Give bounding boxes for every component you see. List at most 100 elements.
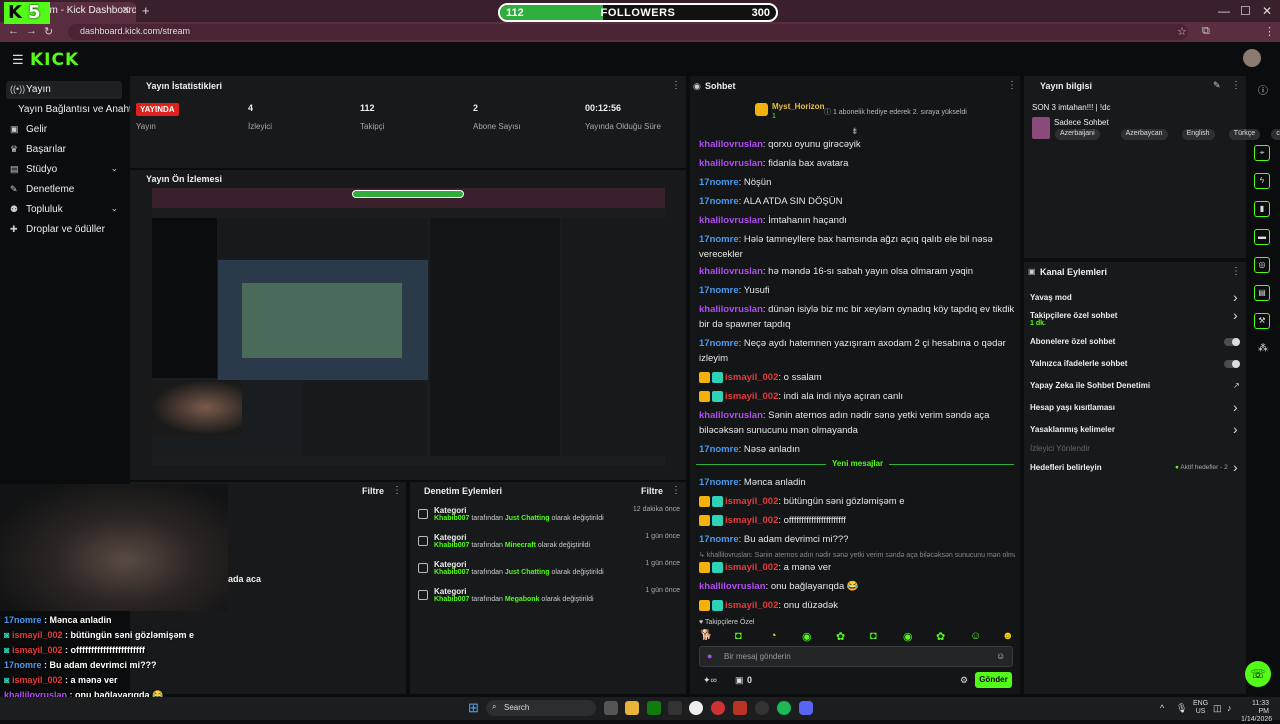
rail-layout-icon[interactable]: ▤ <box>1254 285 1270 301</box>
maximize-icon[interactable]: ☐ <box>1240 4 1251 18</box>
chat-username[interactable]: ismayil_002 <box>725 496 778 507</box>
rail-scan-icon[interactable]: ⌖ <box>1254 145 1270 161</box>
chevron-right-icon[interactable]: › <box>1233 460 1238 474</box>
app-icon[interactable] <box>668 701 682 715</box>
channel-action-item[interactable]: Yasaklanmış kelimeler <box>1030 425 1240 434</box>
edit-icon[interactable]: ✎ <box>1213 80 1221 91</box>
chat-username[interactable]: khalilovruslan <box>699 266 763 277</box>
emote-icon[interactable]: ◘ <box>870 630 877 642</box>
emote-icon[interactable]: ◉ <box>903 630 913 643</box>
task-view-icon[interactable] <box>604 701 618 715</box>
stream-tag[interactable]: Azerbaijani <box>1055 129 1100 140</box>
sidebar-item[interactable]: ((•)) Yayın <box>6 81 122 99</box>
category-name[interactable]: Sadece Sohbet <box>1054 118 1109 127</box>
sidebar-item[interactable]: ▤ Stüdyo ⌄ <box>6 161 122 179</box>
external-link-icon[interactable]: ↗ <box>1233 381 1240 390</box>
clock[interactable]: 11:33 PM 1/14/2026 <box>1241 700 1272 724</box>
toggle-switch[interactable] <box>1224 338 1240 346</box>
close-window-icon[interactable]: ✕ <box>1262 4 1272 18</box>
rail-wrench-icon[interactable]: ⚒ <box>1254 313 1270 329</box>
discord-icon[interactable] <box>799 701 813 715</box>
rail-broadcast-icon[interactable]: ◎ <box>1254 257 1270 273</box>
file-explorer-icon[interactable] <box>625 701 639 715</box>
reload-icon[interactable]: ↻ <box>44 25 53 38</box>
calendar-app-icon[interactable] <box>733 701 747 715</box>
emote-icon[interactable]: ◉ <box>802 630 812 643</box>
network-icon[interactable]: ◫ <box>1213 703 1222 714</box>
close-tab-icon[interactable]: ✕ <box>122 5 130 16</box>
obs-icon[interactable] <box>755 701 769 715</box>
chevron-down-icon[interactable]: ⌄ <box>110 203 118 214</box>
gift-icon[interactable]: ▣ <box>735 675 744 686</box>
info-icon[interactable]: ⓘ <box>1258 82 1268 97</box>
emote-icon[interactable]: ☺ <box>970 630 981 642</box>
sidebar-item[interactable]: ⚉ Topluluk ⌄ <box>6 201 122 219</box>
volume-icon[interactable]: ♪ <box>1227 703 1232 713</box>
chat-username[interactable]: 17nomre <box>699 177 739 188</box>
rail-card-icon[interactable]: ▮ <box>1254 201 1270 217</box>
chevron-right-icon[interactable]: › <box>1233 308 1238 322</box>
chat-username[interactable]: khalilovruslan <box>699 158 763 169</box>
chat-username[interactable]: 17nomre <box>699 444 739 455</box>
sidebar-item[interactable]: ♛ Başarılar <box>6 141 122 159</box>
xbox-icon[interactable] <box>647 701 661 715</box>
emote-icon[interactable]: ✿ <box>936 630 945 643</box>
language-indicator[interactable]: ENG US <box>1193 700 1208 716</box>
menu-icon[interactable]: ☰ <box>12 52 24 68</box>
chat-username[interactable]: khalilovruslan <box>699 215 763 226</box>
chat-input[interactable]: Bir mesaj gönderin <box>699 646 1013 667</box>
windows-start-icon[interactable]: ⊞ <box>468 701 482 715</box>
bottom-left-menu-icon[interactable]: ⋮ <box>392 485 402 496</box>
chat-username[interactable]: ismayil_002 <box>725 391 778 402</box>
channel-action-item[interactable]: Abonelere özel sohbet <box>1030 337 1240 346</box>
pinned-user[interactable]: Myst_Horizon <box>772 102 824 111</box>
chat-username[interactable]: 17nomre <box>699 338 739 349</box>
emote-icon[interactable]: ☻ <box>1002 630 1014 642</box>
stats-menu-icon[interactable]: ⋮ <box>671 80 681 91</box>
rail-bolt-icon[interactable]: ϟ <box>1254 173 1270 189</box>
taskbar-search[interactable]: ⌕ Search <box>486 700 596 716</box>
stream-tag[interactable]: English <box>1181 129 1215 140</box>
stream-info-menu-icon[interactable]: ⋮ <box>1231 80 1241 91</box>
filter-button[interactable]: Filtre <box>362 486 384 496</box>
chevron-right-icon[interactable]: › <box>1233 422 1238 436</box>
chat-menu-icon[interactable]: ⋮ <box>1007 80 1017 91</box>
url-field[interactable]: dashboard.kick.com/stream <box>68 24 1188 40</box>
new-tab-icon[interactable]: + <box>142 3 150 18</box>
chat-username[interactable]: khalilovruslan <box>699 139 763 150</box>
rail-apps-icon[interactable]: ⁂ <box>1258 343 1268 354</box>
rail-chat-icon[interactable]: ▬ <box>1254 229 1270 245</box>
chat-username[interactable]: 17nomre <box>699 196 739 207</box>
chat-username[interactable]: ismayil_002 <box>725 515 778 526</box>
sidebar-item[interactable]: ✎ Denetleme <box>6 181 122 199</box>
chat-settings-icon[interactable]: ⚙ <box>960 675 968 686</box>
chat-username[interactable]: 17nomre <box>699 285 739 296</box>
browser-menu-icon[interactable]: ⋮ <box>1264 25 1275 38</box>
sidebar-item[interactable]: Yayın Bağlantısı ve Anahtarı <box>6 101 143 119</box>
chevron-right-icon[interactable]: › <box>1233 290 1238 304</box>
collapse-icon[interactable]: ⇟ <box>851 126 859 137</box>
stream-tag[interactable]: chill <box>1271 129 1280 140</box>
stream-tag[interactable]: Azerbaycan <box>1120 129 1168 140</box>
channel-action-item[interactable]: Yavaş mod <box>1030 293 1240 302</box>
chat-username[interactable]: khalilovruslan <box>699 410 763 421</box>
chat-username[interactable]: 17nomre <box>699 477 739 488</box>
extensions-icon[interactable]: ⧉ <box>1202 25 1210 38</box>
chat-username[interactable]: khallilovruslan <box>699 581 766 592</box>
mod-action-user[interactable]: Khabib007 <box>434 515 469 522</box>
sidebar-item[interactable]: ✚ Droplar ve ödüller <box>6 221 122 239</box>
channel-action-item[interactable]: Hesap yaşı kısıtlaması <box>1030 403 1240 412</box>
emote-icon[interactable]: ◘ <box>735 630 742 642</box>
mic-icon[interactable]: ● <box>707 651 712 661</box>
channel-action-item[interactable]: Hedefleri belirleyin ● Aktif hedefler - 2 <box>1030 463 1240 472</box>
emote-icon[interactable]: 🐕 <box>700 630 712 641</box>
stream-preview-video[interactable] <box>152 188 665 465</box>
channel-action-item[interactable]: Yapay Zeka ile Sohbet Denetimi <box>1030 381 1240 390</box>
chat-username[interactable]: ismayil_002 <box>725 600 778 611</box>
support-chat-icon[interactable]: ☏ <box>1245 661 1271 687</box>
send-button[interactable]: Gönder <box>975 672 1012 688</box>
chat-username[interactable]: ismayil_002 <box>725 562 778 573</box>
toggle-switch[interactable] <box>1224 360 1240 368</box>
avatar[interactable] <box>1243 49 1261 67</box>
channel-action-item[interactable]: Yalnızca ifadelerle sohbet <box>1030 359 1240 368</box>
